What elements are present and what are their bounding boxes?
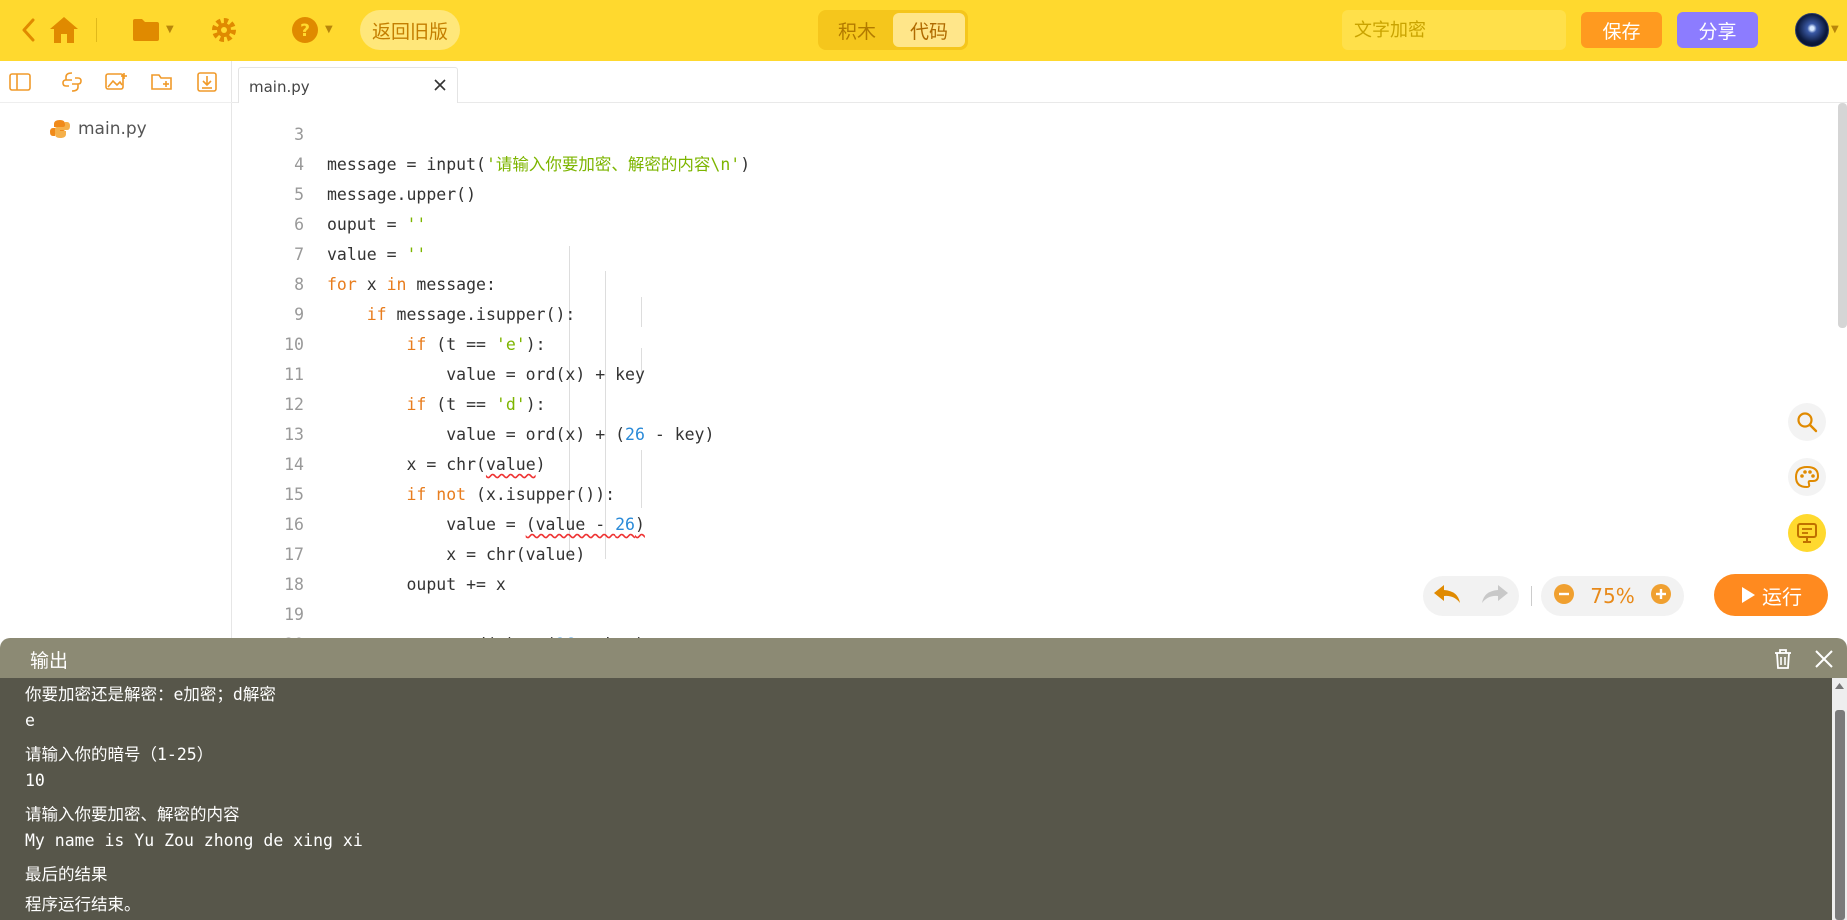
palette-icon[interactable]	[1788, 458, 1826, 496]
close-icon[interactable]	[431, 76, 449, 94]
avatar[interactable]	[1795, 13, 1829, 47]
play-icon	[1742, 587, 1755, 603]
folder-icon[interactable]	[128, 12, 164, 48]
python-icon	[50, 120, 70, 138]
presentation-icon[interactable]	[1788, 514, 1826, 552]
controls-divider	[1531, 586, 1532, 606]
code-line: 15 value = (value - 26)	[232, 450, 1822, 534]
code-line: 10 value = ord(x) + key	[232, 300, 1822, 384]
file-panel-toolbar	[0, 61, 232, 103]
code-line: 16 x = chr(value)	[232, 480, 1822, 564]
code-line: 3 message = input('请输入你要加密、解密的内容\n')	[232, 103, 1822, 174]
zoom-in-icon[interactable]	[1650, 583, 1672, 609]
output-line: 请输入你的暗号（1-25）	[25, 745, 214, 764]
output-line: 你要加密还是解密：e加密；d解密	[25, 685, 276, 704]
code-line: 6 value = ''	[232, 180, 1822, 264]
old-version-button[interactable]: 返回旧版	[360, 10, 460, 50]
code-line: 9 if (t == 'e'):	[232, 270, 1822, 354]
save-button[interactable]: 保存	[1581, 12, 1662, 48]
scroll-up-icon[interactable]	[1832, 680, 1847, 692]
chevron-down-icon[interactable]: ▼	[325, 24, 333, 35]
output-line: 程序运行结束。	[25, 895, 141, 914]
tab-main-py[interactable]: main.py	[238, 67, 458, 103]
editor-tabbar: main.py	[232, 61, 1847, 103]
output-line: My name is Yu Zou zhong de xing xi	[25, 831, 363, 850]
line-number: 20	[232, 630, 304, 638]
run-button[interactable]: 运行	[1714, 574, 1828, 616]
app-root: ▼ ? ▼ 返回旧版 积木 代码 保存 分享 ▼	[0, 0, 1847, 920]
mode-toggle: 积木 代码	[818, 10, 968, 50]
add-image-icon[interactable]	[104, 70, 128, 94]
output-line: e	[25, 711, 35, 730]
file-item[interactable]: main.py	[50, 117, 147, 141]
output-title: 输出	[30, 650, 69, 672]
toolbar-divider	[96, 18, 97, 42]
tab-label: main.py	[249, 78, 310, 96]
code-line: 12 value = ord(x) + (26 - key)	[232, 360, 1822, 444]
code-line: 5 ouput = ''	[232, 150, 1822, 234]
code-line: 17 ouput += x	[232, 510, 1822, 594]
redo-icon[interactable]	[1480, 583, 1510, 609]
project-name-input[interactable]	[1342, 10, 1566, 50]
output-line: 10	[25, 771, 45, 790]
home-icon[interactable]	[46, 12, 82, 48]
tab-blocks[interactable]: 积木	[821, 13, 893, 47]
code-line: 7 for x in message:	[232, 210, 1822, 294]
zoom-control: 75%	[1541, 576, 1684, 616]
output-scroll-thumb[interactable]	[1835, 710, 1845, 920]
search-icon[interactable]	[1788, 403, 1826, 441]
undo-icon[interactable]	[1432, 583, 1462, 609]
svg-text:?: ?	[300, 21, 310, 41]
output-header: 输出	[0, 638, 1847, 678]
gear-icon[interactable]	[206, 12, 242, 48]
back-arrow-icon[interactable]	[14, 14, 42, 46]
code-line: 4 message.upper()	[232, 120, 1822, 204]
file-name: main.py	[78, 119, 147, 139]
trash-icon[interactable]	[1772, 648, 1796, 672]
tab-code[interactable]: 代码	[893, 13, 965, 47]
output-line: 请输入你要加密、解密的内容	[25, 805, 240, 824]
download-icon[interactable]	[195, 70, 219, 94]
top-toolbar: ▼ ? ▼ 返回旧版 积木 代码 保存 分享 ▼	[0, 0, 1847, 61]
chevron-down-icon[interactable]: ▼	[166, 24, 174, 35]
run-label: 运行	[1762, 584, 1802, 609]
code-line: 11 if (t == 'd'):	[232, 330, 1822, 414]
code-line: 18	[232, 540, 1822, 594]
code-editor[interactable]: 3 message = input('请输入你要加密、解密的内容\n') 4 m…	[232, 103, 1847, 638]
zoom-level: 75%	[1590, 584, 1635, 608]
file-panel: main.py	[0, 61, 232, 638]
chevron-down-icon[interactable]: ▼	[1831, 24, 1839, 35]
undo-redo-group	[1423, 576, 1519, 616]
code-line: 8 if message.isupper():	[232, 240, 1822, 324]
python-file-icon[interactable]	[60, 70, 84, 94]
help-icon[interactable]: ?	[287, 12, 323, 48]
share-button[interactable]: 分享	[1677, 12, 1758, 48]
editor-scrollbar[interactable]	[1838, 103, 1847, 328]
sidebar-toggle-icon[interactable]	[8, 70, 32, 94]
new-folder-icon[interactable]	[150, 70, 174, 94]
code-line: 14 if not (x.isupper()):	[232, 420, 1822, 504]
zoom-out-icon[interactable]	[1553, 583, 1575, 609]
code-line: 13 x = chr(value)	[232, 390, 1822, 474]
close-icon[interactable]	[1813, 648, 1837, 672]
output-console: 你要加密还是解密：e加密；d解密 e 请输入你的暗号（1-25） 10 请输入你…	[0, 678, 1847, 920]
output-line: 最后的结果	[25, 865, 108, 884]
code-text: ouput == ord(x) + (26 - key)	[327, 630, 645, 638]
